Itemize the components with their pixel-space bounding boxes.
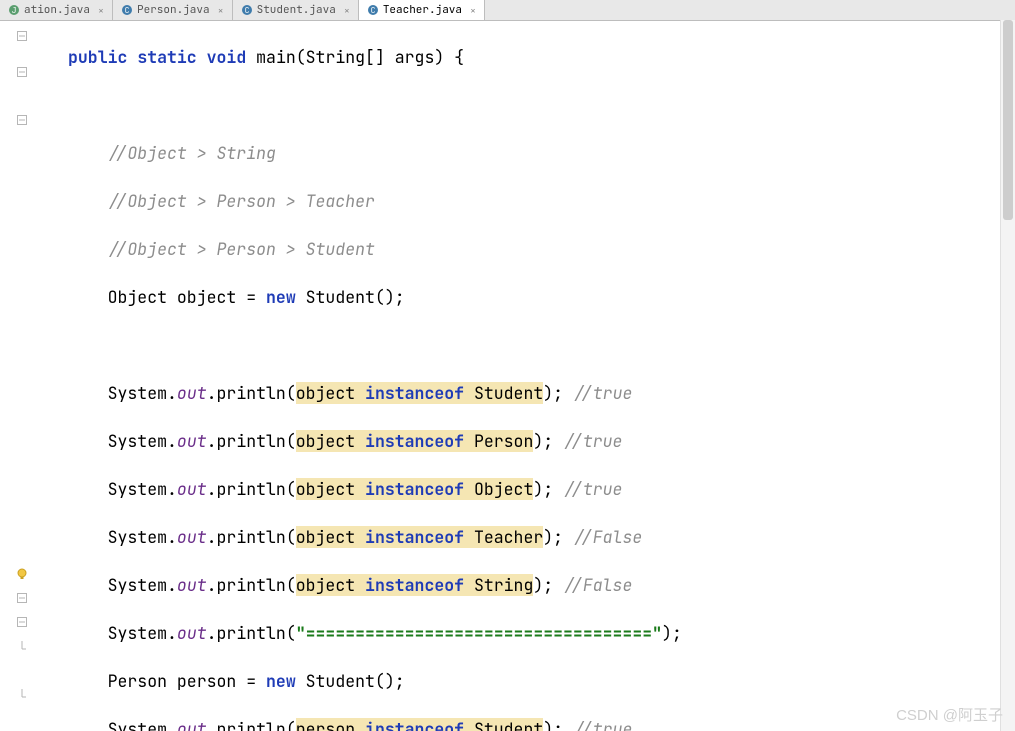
code-line: System.out.println(object instanceof Str… — [68, 573, 1015, 597]
tab-label: Teacher.java — [383, 3, 462, 17]
code-line: //Object > String — [68, 141, 1015, 165]
svg-text:J: J — [12, 6, 17, 16]
svg-text:C: C — [244, 6, 249, 16]
vertical-scrollbar[interactable] — [1000, 20, 1015, 731]
fold-end-icon[interactable] — [4, 683, 40, 693]
fold-icon[interactable] — [4, 611, 40, 621]
fold-end-icon[interactable] — [4, 635, 40, 645]
code-line: //Object > Person > Student — [68, 237, 1015, 261]
tab-student[interactable]: C Student.java × — [233, 0, 359, 20]
svg-text:C: C — [370, 6, 375, 16]
close-icon[interactable]: × — [98, 4, 104, 17]
ide-window: J ation.java × C Person.java × C Student… — [0, 0, 1015, 731]
code-line: System.out.println(object instanceof Stu… — [68, 381, 1015, 405]
tab-teacher[interactable]: C Teacher.java × — [359, 0, 485, 20]
scrollbar-thumb[interactable] — [1003, 20, 1013, 220]
bulb-icon[interactable] — [4, 565, 40, 579]
java-class-icon: C — [121, 4, 133, 16]
code-area[interactable]: public static void main(String[] args) {… — [44, 21, 1015, 731]
java-class-icon: C — [367, 4, 379, 16]
close-icon[interactable]: × — [470, 4, 476, 17]
editor-tabs: J ation.java × C Person.java × C Student… — [0, 0, 1015, 21]
java-class-icon: C — [241, 4, 253, 16]
gutter — [0, 21, 44, 731]
code-line: System.out.println(person instanceof Stu… — [68, 717, 1015, 731]
fold-icon[interactable] — [4, 587, 40, 597]
code-line: System.out.println(object instanceof Obj… — [68, 477, 1015, 501]
tab-label: Student.java — [257, 3, 336, 17]
tab-label: ation.java — [24, 3, 90, 17]
tab-person[interactable]: C Person.java × — [113, 0, 233, 20]
editor-body: public static void main(String[] args) {… — [0, 21, 1015, 731]
close-icon[interactable]: × — [344, 4, 350, 17]
tab-label: Person.java — [137, 3, 210, 17]
code-line: System.out.println(object instanceof Tea… — [68, 525, 1015, 549]
code-line: Person person = new Student(); — [68, 669, 1015, 693]
code-line: //Object > Person > Teacher — [68, 189, 1015, 213]
fold-icon[interactable] — [4, 109, 40, 119]
tab-ation[interactable]: J ation.java × — [0, 0, 113, 20]
code-line — [68, 333, 1015, 357]
fold-icon[interactable] — [4, 25, 40, 35]
fold-icon[interactable] — [4, 61, 40, 71]
svg-text:C: C — [125, 6, 130, 16]
code-line: System.out.println(object instanceof Per… — [68, 429, 1015, 453]
code-line: System.out.println("====================… — [68, 621, 1015, 645]
java-file-icon: J — [8, 4, 20, 16]
code-line: Object object = new Student(); — [68, 285, 1015, 309]
code-line: public static void main(String[] args) { — [68, 45, 1015, 69]
close-icon[interactable]: × — [218, 4, 224, 17]
code-line — [68, 93, 1015, 117]
